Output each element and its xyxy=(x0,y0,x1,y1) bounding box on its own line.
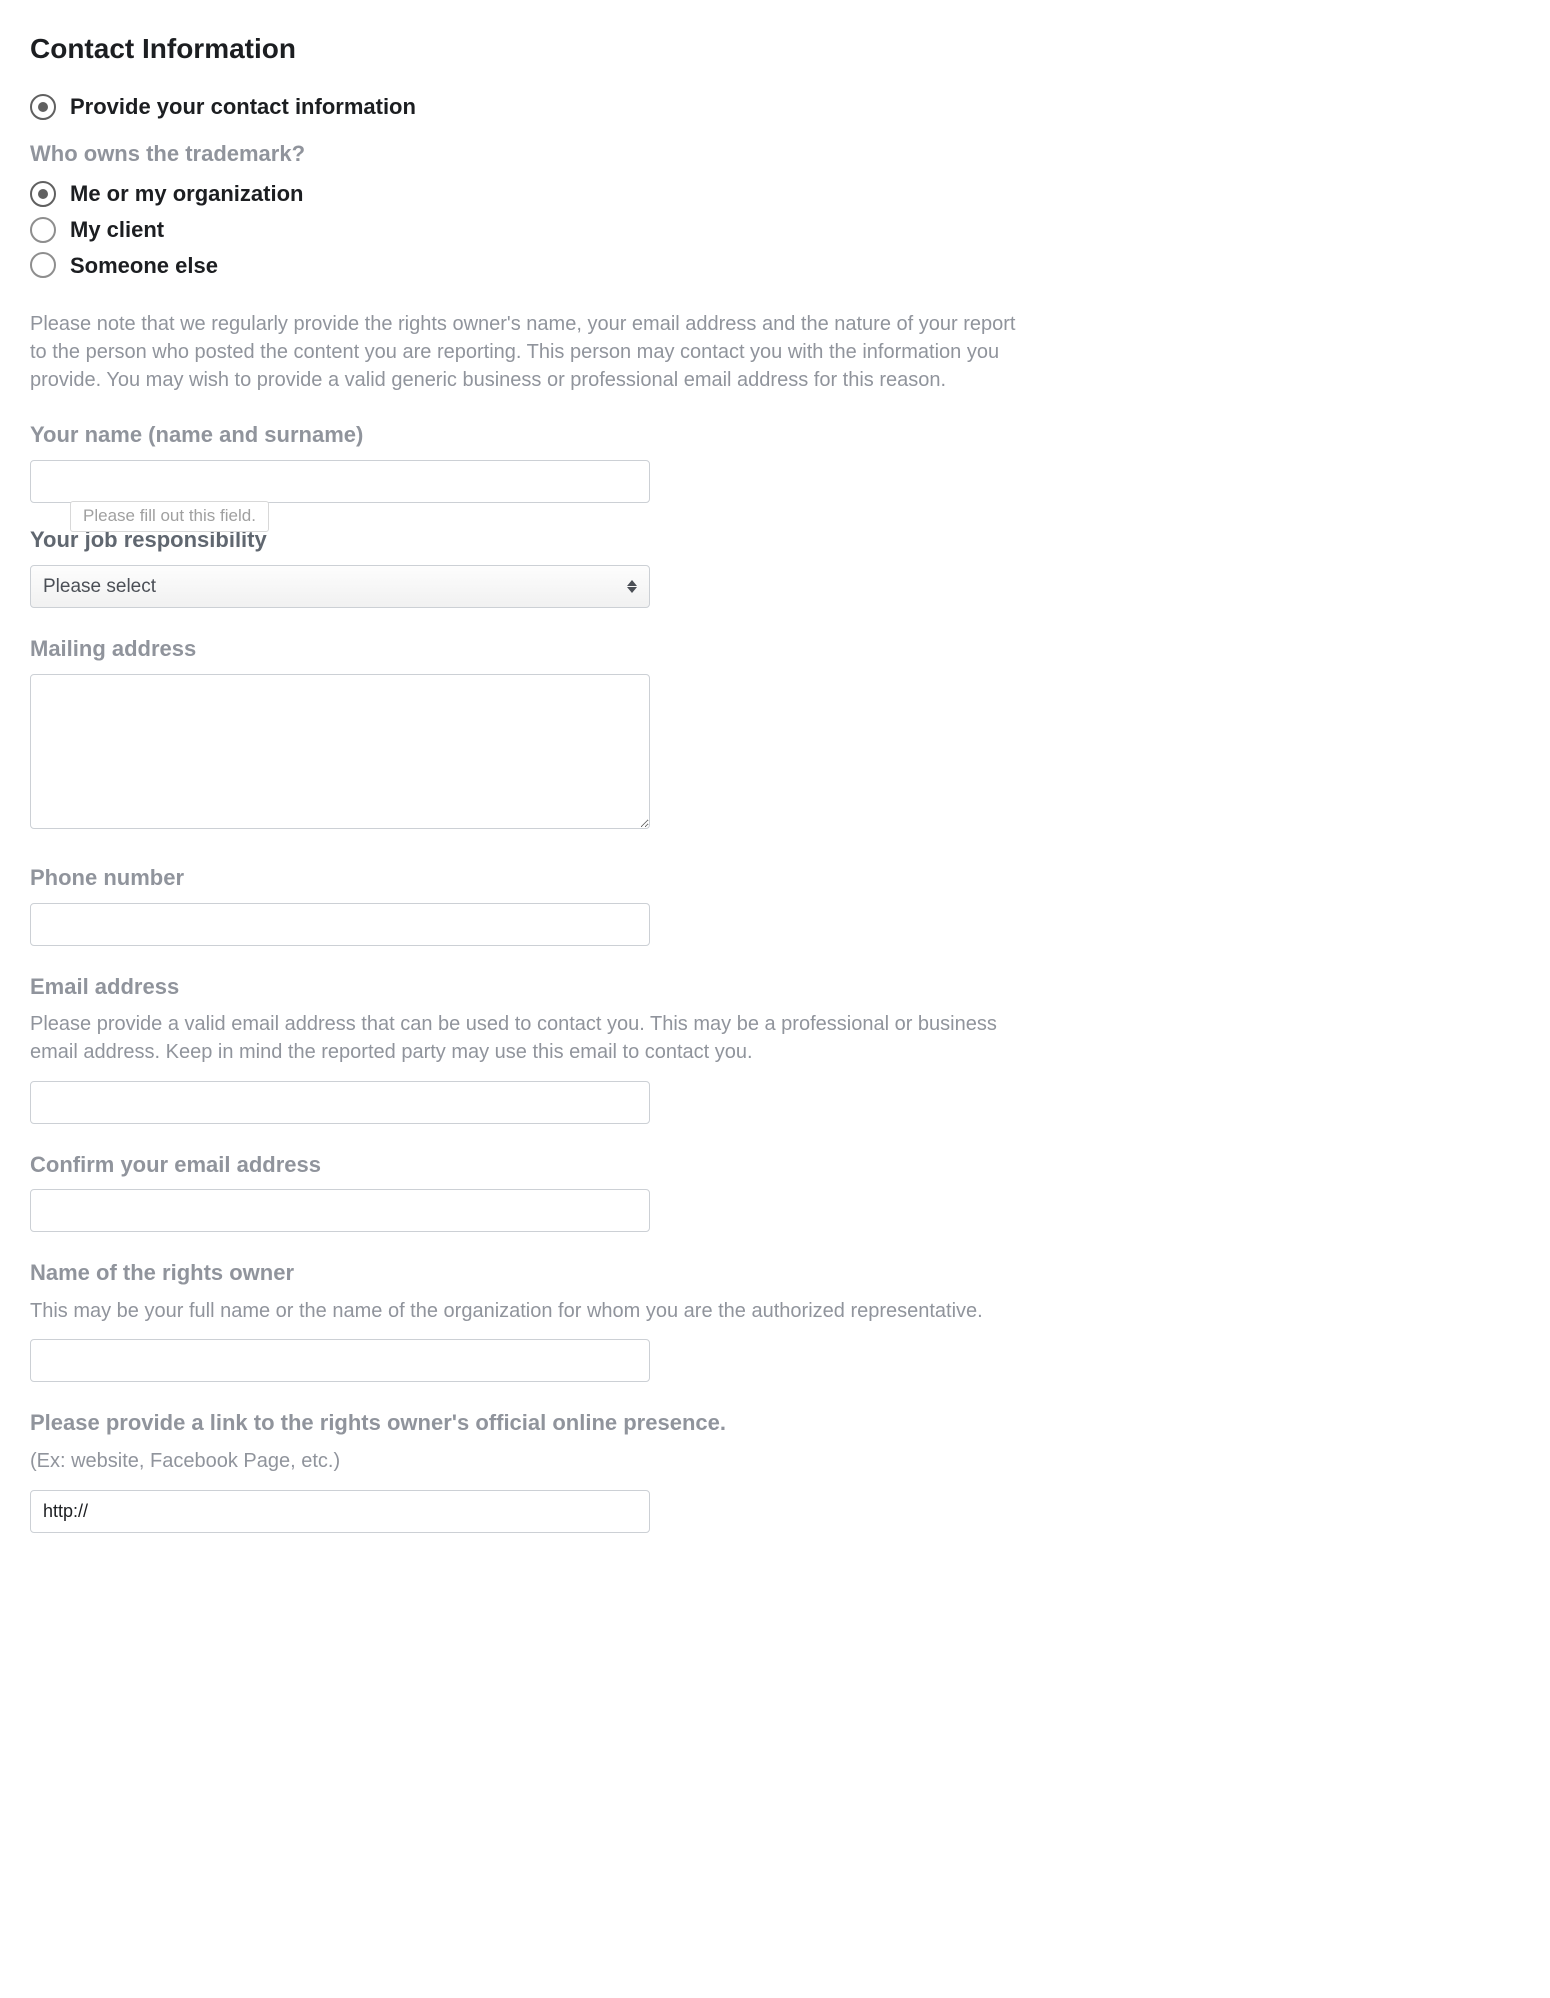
name-input[interactable] xyxy=(30,460,650,503)
email-input[interactable] xyxy=(30,1081,650,1124)
radio-icon xyxy=(30,94,56,120)
select-arrows-icon xyxy=(627,580,637,593)
section-heading: Contact Information xyxy=(30,30,1020,68)
radio-icon xyxy=(30,217,56,243)
rights-owner-link-helper: (Ex: website, Facebook Page, etc.) xyxy=(30,1448,1020,1476)
mailing-label: Mailing address xyxy=(30,634,1020,664)
validation-tooltip: Please fill out this field. xyxy=(70,501,269,532)
owner-option-someone-else[interactable]: Someone else xyxy=(30,251,1020,281)
owner-option-label: Someone else xyxy=(70,251,218,281)
provide-contact-radio[interactable]: Provide your contact information xyxy=(30,92,1020,122)
disclosure-notice: Please note that we regularly provide th… xyxy=(30,310,1020,394)
mailing-input[interactable] xyxy=(30,674,650,829)
radio-icon xyxy=(30,252,56,278)
owner-option-me[interactable]: Me or my organization xyxy=(30,179,1020,209)
rights-owner-name-input[interactable] xyxy=(30,1339,650,1382)
confirm-email-input[interactable] xyxy=(30,1189,650,1232)
job-select[interactable]: Please select xyxy=(30,565,650,609)
rights-owner-link-input[interactable] xyxy=(30,1490,650,1533)
rights-owner-name-helper: This may be your full name or the name o… xyxy=(30,1298,1020,1326)
phone-label: Phone number xyxy=(30,863,1020,893)
phone-input[interactable] xyxy=(30,903,650,946)
name-label: Your name (name and surname) xyxy=(30,420,1020,450)
owner-option-label: Me or my organization xyxy=(70,179,303,209)
radio-icon xyxy=(30,181,56,207)
owner-option-client[interactable]: My client xyxy=(30,215,1020,245)
job-select-value: Please select xyxy=(43,574,156,600)
owner-question-label: Who owns the trademark? xyxy=(30,139,1020,169)
email-label: Email address xyxy=(30,972,1020,1002)
owner-option-label: My client xyxy=(70,215,164,245)
rights-owner-link-label: Please provide a link to the rights owne… xyxy=(30,1408,1020,1438)
email-helper: Please provide a valid email address tha… xyxy=(30,1011,1020,1066)
rights-owner-name-label: Name of the rights owner xyxy=(30,1258,1020,1288)
provide-contact-label: Provide your contact information xyxy=(70,92,416,122)
confirm-email-label: Confirm your email address xyxy=(30,1150,1020,1180)
